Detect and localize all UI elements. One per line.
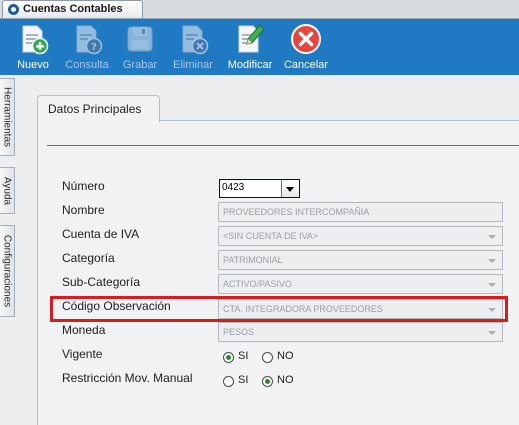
tab-cuentas-contables[interactable]: Cuentas Contables — [2, 0, 143, 18]
chevron-down-icon — [488, 259, 496, 263]
modificar-button[interactable]: Modificar — [224, 19, 276, 75]
vigente-label: Vigente — [62, 347, 103, 361]
restriccion-si-label: SI — [238, 374, 249, 386]
subcategoria-label: Sub-Categoría — [62, 275, 141, 289]
restriccion-si-radio[interactable] — [223, 376, 234, 387]
restriccion-no-label: NO — [277, 374, 294, 386]
subcategoria-select[interactable]: ACTIVO/PASIVO — [218, 274, 503, 294]
subcategoria-value: ACTIVO/PASIVO — [223, 279, 292, 289]
modificar-label: Modificar — [227, 59, 273, 71]
grabar-button[interactable]: Grabar — [118, 19, 162, 75]
numero-value: 0423 — [222, 182, 245, 193]
nombre-value: PROVEEDORES INTERCOMPAÑIA — [223, 207, 370, 217]
cuenta-iva-label: Cuenta de IVA — [62, 227, 140, 241]
eliminar-label: Eliminar — [173, 59, 213, 71]
consulta-button[interactable]: ? Consulta — [62, 19, 112, 75]
numero-combo[interactable]: 0423 — [219, 179, 300, 198]
restriccion-label: Restricción Mov. Manual — [62, 371, 193, 385]
section-tab-label: Datos Principales — [48, 102, 142, 116]
cancelar-label: Cancelar — [283, 59, 329, 71]
chevron-down-icon[interactable] — [281, 180, 299, 197]
consulta-label: Consulta — [65, 59, 109, 71]
numero-label: Número — [62, 179, 105, 193]
vigente-no-radio[interactable] — [262, 352, 273, 363]
query-document-icon: ? — [76, 25, 103, 55]
save-disk-icon — [127, 26, 153, 52]
delete-document-icon — [182, 25, 209, 55]
side-tab-herramientas[interactable]: Herramientas — [0, 78, 15, 156]
vigente-si-radio[interactable] — [223, 352, 234, 363]
cancelar-button[interactable]: Cancelar — [282, 19, 330, 75]
side-tab-configuraciones[interactable]: Configuraciones — [0, 225, 15, 317]
tab-title: Cuentas Contables — [23, 3, 123, 15]
side-tab-ayuda[interactable]: Ayuda — [0, 167, 15, 214]
section-separator — [47, 145, 519, 146]
cuenta-iva-value: <SIN CUENTA DE IVA> — [223, 231, 319, 241]
app-icon — [8, 4, 19, 15]
side-tab-label: Configuraciones — [1, 234, 13, 308]
moneda-label: Moneda — [62, 323, 106, 337]
categoria-select[interactable]: PATRIMONIAL — [218, 250, 503, 270]
moneda-select[interactable]: PESOS — [218, 322, 503, 342]
eliminar-button[interactable]: Eliminar — [170, 19, 216, 75]
cancel-icon — [291, 24, 321, 54]
restriccion-no-radio[interactable] — [262, 376, 273, 387]
toolbar: Nuevo ? Consulta Grabar Eliminar Modific… — [0, 19, 519, 75]
vigente-si-label: SI — [238, 350, 249, 362]
svg-text:?: ? — [91, 42, 97, 53]
grabar-label: Grabar — [122, 59, 158, 71]
nuevo-label: Nuevo — [17, 59, 49, 71]
chevron-down-icon — [488, 331, 496, 335]
nombre-field[interactable]: PROVEEDORES INTERCOMPAÑIA — [218, 202, 503, 222]
cuenta-iva-select[interactable]: <SIN CUENTA DE IVA> — [218, 226, 503, 246]
highlight-box — [50, 296, 508, 322]
vigente-no-label: NO — [277, 350, 294, 362]
categoria-value: PATRIMONIAL — [223, 255, 283, 265]
document-tab-strip: Cuentas Contables — [0, 0, 519, 19]
edit-pencil-icon — [238, 24, 265, 53]
chevron-down-icon — [488, 283, 496, 287]
side-tab-label: Ayuda — [1, 176, 13, 205]
new-document-icon — [22, 25, 49, 55]
nuevo-button[interactable]: Nuevo — [12, 19, 54, 75]
moneda-value: PESOS — [223, 327, 255, 337]
tab-datos-principales[interactable]: Datos Principales — [37, 95, 160, 122]
chevron-down-icon — [488, 235, 496, 239]
side-tab-label: Herramientas — [1, 86, 13, 148]
categoria-label: Categoría — [62, 251, 115, 265]
nombre-label: Nombre — [62, 203, 105, 217]
